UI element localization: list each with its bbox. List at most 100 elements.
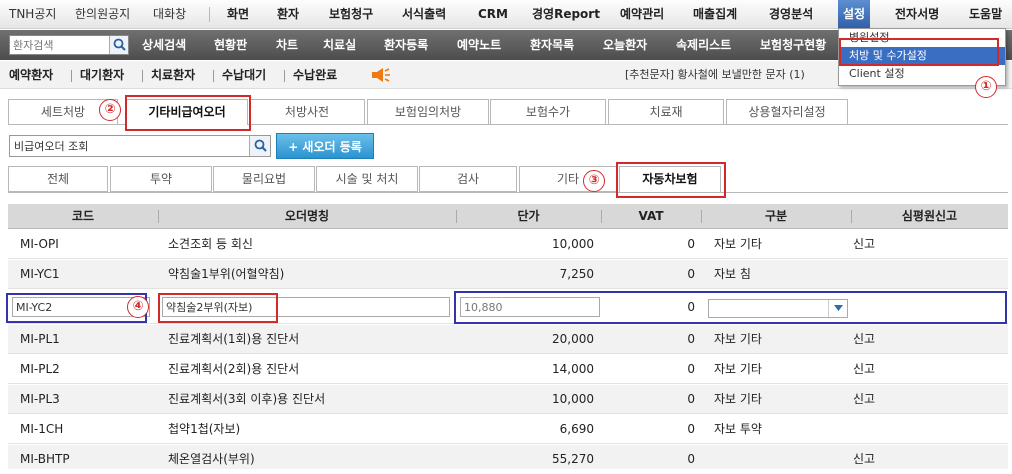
- patient-search-input[interactable]: [10, 36, 108, 54]
- cell-category: 자보 침: [714, 267, 751, 281]
- cell-hira-report: 신고: [853, 362, 876, 376]
- column-header-category[interactable]: 구분: [701, 204, 851, 229]
- tab-prescription-dictionary[interactable]: 처방사전: [249, 99, 365, 125]
- table-row[interactable]: MI-BHTP 체온열검사(부위) 55,270 0 신고: [8, 445, 1008, 469]
- tab-medication[interactable]: 투약: [110, 166, 212, 192]
- column-header-order-name[interactable]: 오더명칭: [158, 204, 456, 229]
- table-row[interactable]: MI-PL3 진료계획서(3회 이후)용 진단서 10,000 0 자보 기타 …: [8, 385, 1008, 414]
- divider: [284, 70, 285, 82]
- cell-code: MI-PL3: [20, 392, 60, 406]
- submenu-patient-register[interactable]: 환자등록: [384, 30, 428, 60]
- menu-chat[interactable]: 대화창: [153, 0, 186, 29]
- menu-e-signature[interactable]: 전자서명: [895, 0, 939, 29]
- reserved-patients-link[interactable]: 예약환자: [9, 61, 53, 89]
- waiting-patients-link[interactable]: 대기환자: [80, 61, 124, 89]
- submenu-reservation-note[interactable]: 예약노트: [457, 30, 501, 60]
- tab-acupoint-settings[interactable]: 상용혈자리설정: [726, 99, 848, 125]
- cell-category: 자보 기타: [714, 237, 762, 251]
- menu-insurance-claim[interactable]: 보험청구: [329, 0, 373, 29]
- submenu-list[interactable]: 속제리스트: [676, 30, 731, 60]
- menu-report[interactable]: 경영Report: [532, 0, 600, 29]
- search-icon[interactable]: [249, 136, 270, 156]
- tab-row-divider: [8, 192, 1008, 193]
- submenu-chart[interactable]: 차트: [276, 30, 298, 60]
- menu-patient[interactable]: 환자: [277, 0, 299, 29]
- submenu-claim-status[interactable]: 보험청구현황: [760, 30, 826, 60]
- table-row[interactable]: MI-OPI 소견조회 등 회신 10,000 0 자보 기타 신고: [8, 230, 1008, 259]
- highlight-box-order-name: [158, 293, 278, 323]
- menu-settings[interactable]: 설정: [838, 0, 871, 29]
- divider: [213, 70, 214, 82]
- order-table-header: 코드 오더명칭 단가 VAT 구분 심평원신고: [8, 204, 1008, 229]
- cell-unit-price: 14,000: [552, 362, 594, 376]
- payment-waiting-link[interactable]: 수납대기: [222, 61, 266, 89]
- cell-category: 자보 기타: [714, 392, 762, 406]
- menu-sales[interactable]: 매출집계: [693, 0, 737, 29]
- tab-treatment-material[interactable]: 치료재: [608, 99, 724, 125]
- cell-hira-report: 신고: [853, 452, 876, 466]
- table-row[interactable]: MI-PL2 진료계획서(2회)용 진단서 14,000 0 자보 기타 신고: [8, 355, 1008, 384]
- top-menu-bar: TNH공지 한의원공지 대화창 화면 환자 보험청구 서식출력 CRM 경영Re…: [0, 0, 1012, 29]
- payment-complete-link[interactable]: 수납완료: [293, 61, 337, 89]
- tab-physical-therapy[interactable]: 물리요법: [213, 166, 315, 192]
- table-row[interactable]: MI-PL1 진료계획서(1회)용 진단서 20,000 0 자보 기타 신고: [8, 325, 1008, 354]
- order-search-input[interactable]: [10, 136, 248, 156]
- cell-code: MI-1CH: [20, 422, 64, 436]
- treating-patients-link[interactable]: 치료환자: [151, 61, 195, 89]
- cell-code: MI-OPI: [20, 237, 59, 251]
- table-row[interactable]: MI-1CH 첩약1첩(자보) 6,690 0 자보 투약: [8, 415, 1008, 444]
- table-row[interactable]: MI-YC1 약침술1부위(어혈약침) 7,250 0 자보 침: [8, 260, 1008, 289]
- menu-reservation[interactable]: 예약관리: [620, 0, 664, 29]
- megaphone-icon[interactable]: [370, 66, 392, 87]
- divider: [71, 70, 72, 82]
- menu-help[interactable]: 도움말: [969, 0, 1002, 29]
- cell-order-name: 체온열검사(부위): [168, 452, 255, 466]
- cell-code: MI-PL1: [20, 332, 60, 346]
- submenu-patient-list[interactable]: 환자목록: [530, 30, 574, 60]
- menu-tnh-notice[interactable]: TNH공지: [9, 0, 56, 29]
- cell-hira-report: 신고: [853, 237, 876, 251]
- submenu-today-patients[interactable]: 오늘환자: [603, 30, 647, 60]
- submenu-status-board[interactable]: 현황판: [214, 30, 247, 60]
- cell-order-name: 소견조회 등 회신: [168, 237, 253, 251]
- menu-screen[interactable]: 화면: [227, 0, 249, 29]
- order-search-box: [9, 135, 271, 157]
- cell-unit-price: 10,000: [552, 392, 594, 406]
- menu-crm[interactable]: CRM: [478, 0, 508, 29]
- cell-order-name: 진료계획서(2회)용 진단서: [168, 362, 300, 376]
- tab-insurance-fee[interactable]: 보험수가: [490, 99, 606, 125]
- highlight-box-price-category: [454, 291, 1007, 324]
- menu-clinic-notice[interactable]: 한의원공지: [75, 0, 130, 29]
- cell-order-name: 첩약1첩(자보): [168, 422, 241, 436]
- submenu-detail-search[interactable]: 상세검색: [142, 30, 186, 60]
- cell-unit-price: 55,270: [552, 452, 594, 466]
- tab-all[interactable]: 전체: [8, 166, 108, 192]
- tab-insurance-custom-prescription[interactable]: 보험임의처방: [367, 99, 489, 125]
- column-header-code[interactable]: 코드: [8, 204, 158, 229]
- cell-category: 자보 기타: [714, 332, 762, 346]
- cell-vat: 0: [687, 237, 695, 251]
- tab-procedure[interactable]: 시술 및 처치: [316, 166, 418, 192]
- column-header-vat[interactable]: VAT: [601, 204, 701, 229]
- new-order-button[interactable]: + 새오더 등록: [276, 133, 374, 159]
- cell-order-name: 약침술1부위(어혈약침): [168, 267, 285, 281]
- cell-unit-price: 6,690: [559, 422, 594, 436]
- submenu-treatment-room[interactable]: 치료실: [323, 30, 356, 60]
- cell-order-name: 진료계획서(3회 이후)용 진단서: [168, 392, 326, 406]
- search-icon[interactable]: [109, 36, 128, 54]
- menu-analysis[interactable]: 경영분석: [769, 0, 813, 29]
- cell-vat: 0: [687, 422, 695, 436]
- cell-unit-price: 10,000: [552, 237, 594, 251]
- tab-examination[interactable]: 검사: [419, 166, 517, 192]
- step-marker-1: ①: [975, 76, 997, 98]
- patient-search-box: [9, 35, 129, 55]
- cell-code: MI-BHTP: [20, 452, 70, 466]
- column-header-hira-report[interactable]: 심평원신고: [851, 204, 1008, 229]
- cell-vat: 0: [687, 362, 695, 376]
- highlight-box-auto-insurance-tab: [616, 162, 726, 198]
- recommended-message-notice[interactable]: [추천문자] 황사철에 보낼만한 문자 (1): [625, 61, 805, 89]
- column-header-unit-price[interactable]: 단가: [456, 204, 601, 229]
- cell-code: MI-PL2: [20, 362, 60, 376]
- step-marker-3: ③: [583, 170, 605, 192]
- menu-form-print[interactable]: 서식출력: [402, 0, 446, 29]
